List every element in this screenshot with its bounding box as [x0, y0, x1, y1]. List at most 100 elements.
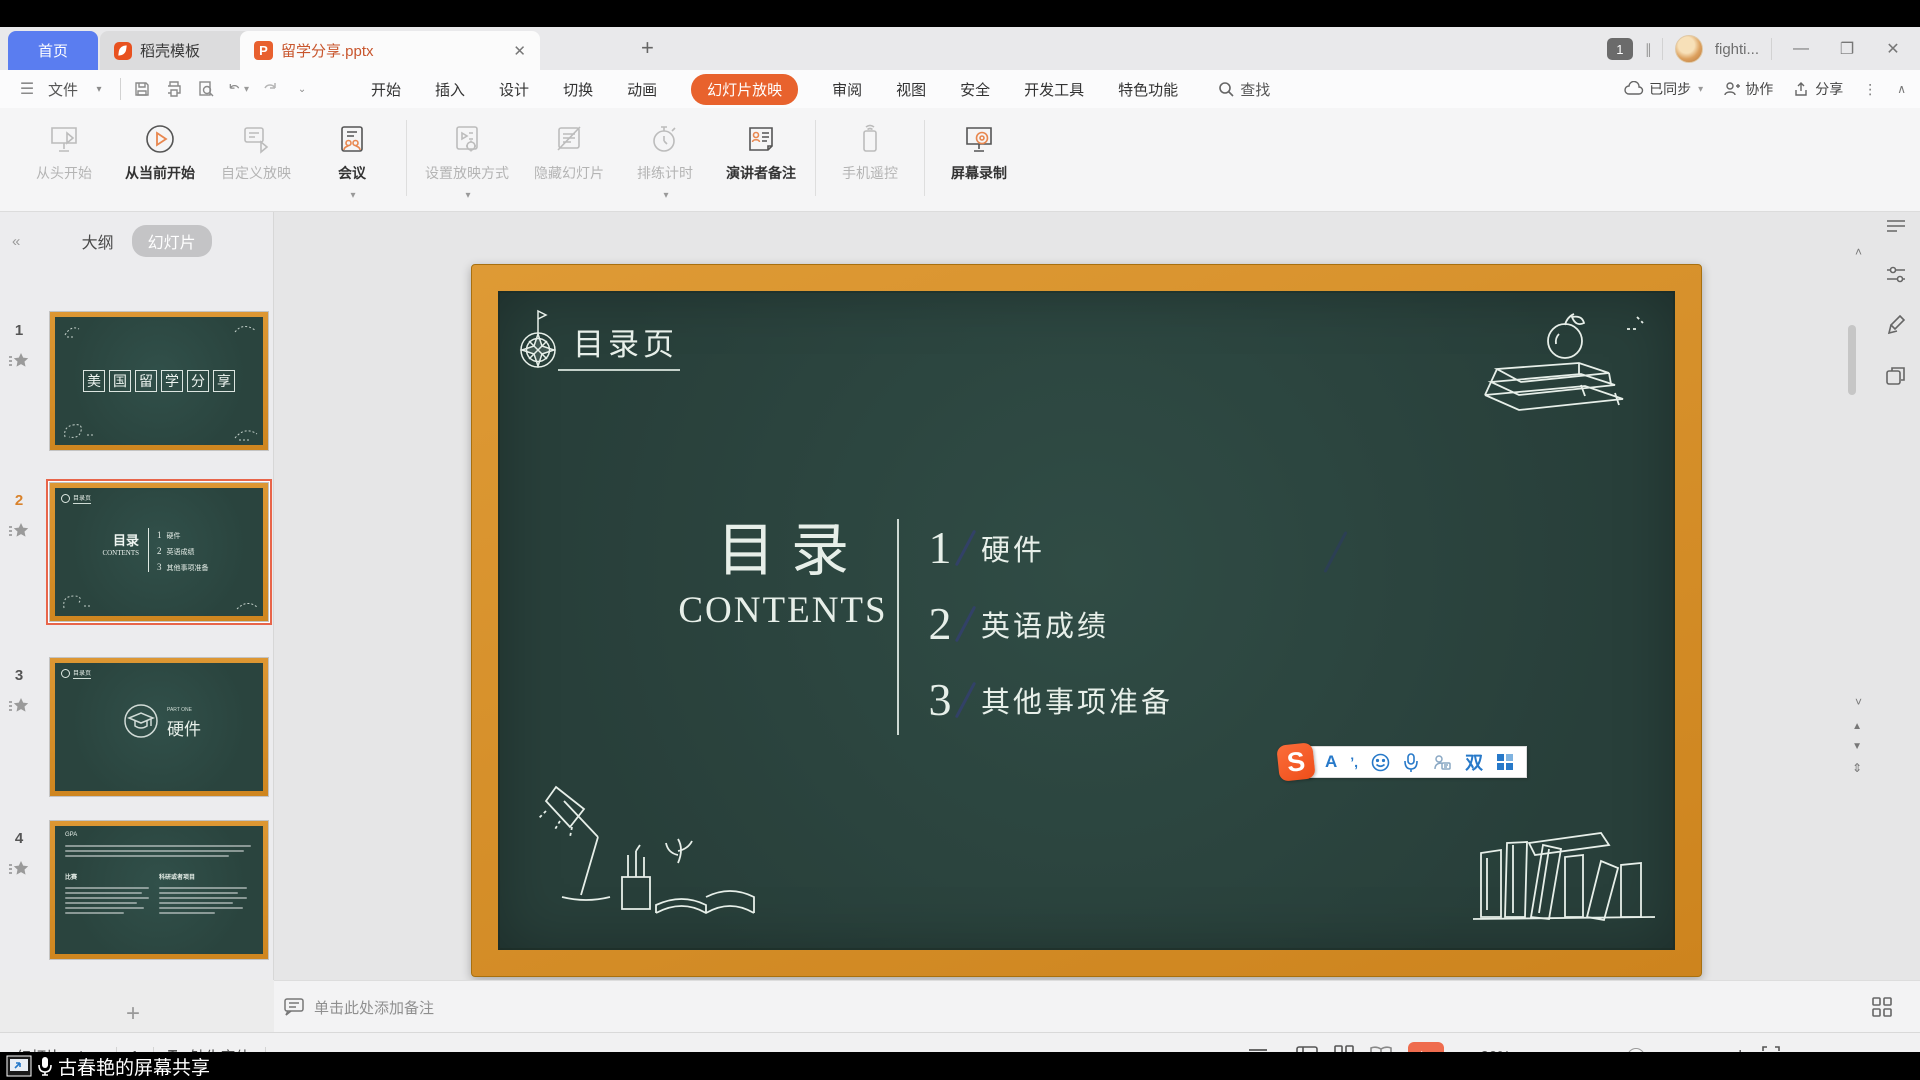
divider — [120, 78, 121, 100]
ribbon-from-current-button[interactable]: 从当前开始 — [112, 108, 208, 183]
ime-menu-grid-icon[interactable] — [1496, 753, 1514, 771]
slide-canvas[interactable]: 目录页 目录 CONTENTS 1 硬件 — [274, 212, 1920, 980]
collab-label: 协作 — [1745, 79, 1773, 99]
mini-slide-header: 目录页 — [61, 668, 91, 679]
tab-docer-templates[interactable]: 稻壳模板 — [100, 31, 260, 70]
ime-punctuation-icon[interactable]: ’, — [1350, 754, 1358, 770]
ime-emoji-icon[interactable] — [1371, 753, 1390, 772]
ribbon-from-beginning-button[interactable]: 从头开始 — [16, 108, 112, 183]
file-menu-caret-icon[interactable]: ▾ — [88, 79, 110, 99]
close-tab-icon[interactable]: ✕ — [513, 42, 526, 60]
add-slide-button[interactable]: + — [126, 1000, 140, 1028]
tab-home[interactable]: 首页 — [8, 31, 98, 70]
sync-status-button[interactable]: 已同步 — [1624, 79, 1703, 99]
scroll-up-icon[interactable]: ˄ — [1855, 245, 1862, 259]
collapse-ribbon-icon[interactable]: ∧ — [1897, 82, 1906, 96]
slide-header-title[interactable]: 目录页 — [573, 319, 678, 364]
menu-item-security[interactable]: 安全 — [960, 79, 990, 100]
slide-thumbnail-2-selected[interactable]: 目录页 目录 CONTENTS 1硬件 2英语成绩 3其他事项准备 — [49, 482, 269, 622]
menu-item-devtools[interactable]: 开发工具 — [1024, 79, 1084, 100]
find-button[interactable]: 查找 — [1218, 79, 1270, 100]
outline-level-icon[interactable] — [1886, 219, 1906, 240]
play-from-start-icon — [47, 122, 81, 156]
ime-english-mode-icon[interactable]: A — [1325, 752, 1337, 772]
ime-voice-icon[interactable] — [1403, 753, 1419, 772]
previous-slide-icon[interactable]: ▲ — [1852, 721, 1862, 732]
ribbon-meeting-button[interactable]: 会议 — [304, 108, 400, 201]
member-count-badge[interactable]: 1 — [1607, 38, 1633, 60]
chalkboard-slide[interactable]: 目录页 目录 CONTENTS 1 硬件 — [498, 291, 1675, 950]
mini-heading-gpa: GPA — [65, 832, 77, 838]
person-plus-icon — [1723, 81, 1740, 97]
screen-share-icon — [6, 1055, 32, 1077]
browse-slides-icon[interactable]: ⇕ — [1852, 761, 1862, 775]
ime-skin-icon[interactable] — [1432, 753, 1452, 771]
tab-slides[interactable]: 幻灯片 — [132, 225, 212, 257]
slide-1-number: 1 — [2, 322, 36, 339]
hamburger-menu-icon[interactable]: ☰ — [16, 79, 38, 99]
menu-item-slideshow[interactable]: 幻灯片放映 — [691, 74, 798, 105]
ribbon-hide-slide-button[interactable]: 隐藏幻灯片 — [521, 108, 617, 183]
user-avatar[interactable] — [1675, 35, 1703, 63]
user-name[interactable]: fighti... — [1715, 41, 1759, 58]
collapse-panel-icon[interactable]: « — [12, 233, 20, 250]
slide-thumbnail-4[interactable]: GPA 比赛 科研或者项目 — [49, 820, 269, 960]
toc-item-3[interactable]: 3 其他事项准备 — [918, 673, 1173, 726]
toc-item-1[interactable]: 1 硬件 — [918, 521, 1045, 574]
slide-thumbnail-1[interactable]: 美 国 留 学 分 享 — [49, 311, 269, 451]
ime-double-mode[interactable]: 双 — [1465, 749, 1483, 775]
slide-sorter-corner-icon[interactable] — [1872, 997, 1892, 1022]
sogou-logo-icon[interactable]: S — [1276, 742, 1316, 782]
print-icon[interactable] — [163, 79, 185, 99]
ribbon-screen-record-button[interactable]: 屏幕录制 — [931, 108, 1027, 183]
menu-bar: ☰ 文件 ▾ ⌄ 开始 插入 设计 切换 — [0, 70, 1920, 109]
menu-item-design[interactable]: 设计 — [499, 79, 529, 100]
scroll-down-icon[interactable]: ˅ — [1855, 695, 1862, 709]
ribbon-rehearse-timing-button[interactable]: 排练计时 — [617, 108, 713, 201]
more-options-icon[interactable]: ⋮ — [1863, 81, 1877, 98]
minimize-button[interactable]: — — [1784, 40, 1818, 58]
restore-button[interactable]: ❐ — [1830, 39, 1864, 59]
divider — [1662, 38, 1663, 60]
decorative-slash — [1323, 531, 1347, 573]
file-menu[interactable]: 文件 — [48, 79, 78, 100]
speaker-notes-icon — [744, 122, 778, 156]
menu-item-insert[interactable]: 插入 — [435, 79, 465, 100]
tab-docer-label: 稻壳模板 — [140, 40, 200, 61]
vertical-scrollbar-thumb[interactable] — [1848, 325, 1856, 395]
screen-share-bar: 古春艳的屏幕共享 — [0, 1052, 1920, 1080]
slide-thumbnail-3[interactable]: 目录页 PART ONE 硬件 — [49, 657, 269, 797]
collaborate-button[interactable]: 协作 — [1723, 79, 1773, 99]
ribbon-custom-show-button[interactable]: 自定义放映 — [208, 108, 304, 183]
notes-bar[interactable]: 单击此处添加备注 — [274, 980, 1920, 1033]
menu-item-view[interactable]: 视图 — [896, 79, 926, 100]
menu-item-transition[interactable]: 切换 — [563, 79, 593, 100]
menu-item-review[interactable]: 审阅 — [832, 79, 862, 100]
tab-outline[interactable]: 大纲 — [82, 229, 114, 253]
new-tab-button[interactable]: + — [641, 37, 654, 59]
print-preview-icon[interactable] — [195, 79, 217, 99]
mini-heading-contest: 比赛 — [65, 872, 77, 881]
undo-icon[interactable] — [227, 79, 249, 99]
toc-item-2[interactable]: 2 英语成绩 — [918, 597, 1109, 650]
tab-document[interactable]: P 留学分享.pptx ✕ — [240, 31, 540, 70]
next-slide-icon[interactable]: ▼ — [1852, 741, 1862, 752]
menu-item-special-features[interactable]: 特色功能 — [1118, 79, 1178, 100]
drag-handle-icon: ∥ — [1645, 41, 1650, 58]
redo-icon[interactable] — [259, 79, 281, 99]
save-icon[interactable] — [131, 79, 153, 99]
sogou-ime-toolbar[interactable]: S A ’, 双 — [1278, 745, 1527, 779]
selection-pane-icon[interactable] — [1886, 366, 1906, 391]
object-layout-icon[interactable] — [1886, 266, 1906, 289]
menu-item-home[interactable]: 开始 — [371, 79, 401, 100]
menu-item-animation[interactable]: 动画 — [627, 79, 657, 100]
panel-header: « 大纲 幻灯片 — [0, 225, 273, 257]
ribbon-phone-remote-button[interactable]: 手机遥控 — [822, 108, 918, 183]
format-brush-icon[interactable] — [1887, 315, 1905, 340]
share-icon — [1793, 81, 1810, 97]
share-button[interactable]: 分享 — [1793, 79, 1843, 99]
close-button[interactable]: ✕ — [1876, 39, 1910, 59]
ribbon-speaker-notes-button[interactable]: 演讲者备注 — [713, 108, 809, 183]
ribbon-setup-show-button[interactable]: 设置放映方式 — [413, 108, 521, 201]
customize-toolbar-caret-icon[interactable]: ⌄ — [291, 79, 313, 99]
